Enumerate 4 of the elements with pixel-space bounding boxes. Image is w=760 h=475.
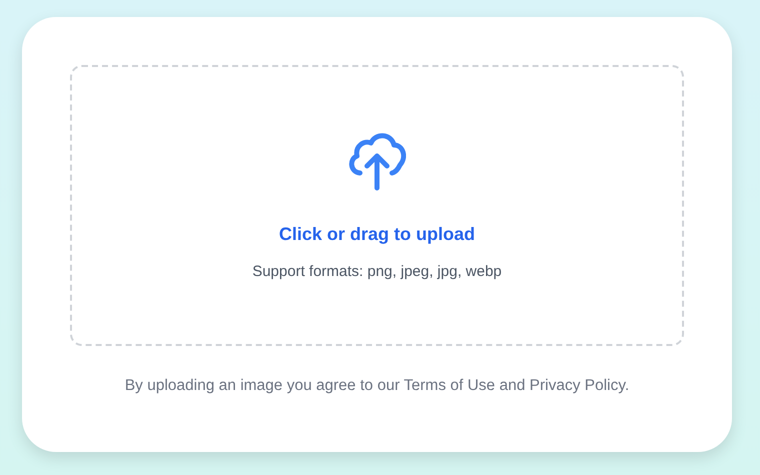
upload-title: Click or drag to upload (278, 224, 475, 245)
terms-notice: By uploading an image you agree to our Terms of Use and Privacy Policy. (124, 377, 630, 395)
supported-formats: Support formats: png, jpeg, jpg, webp (252, 263, 502, 280)
upload-dropzone[interactable]: Click or drag to upload Support formats: png, jpeg, jpg, webp (70, 65, 684, 346)
